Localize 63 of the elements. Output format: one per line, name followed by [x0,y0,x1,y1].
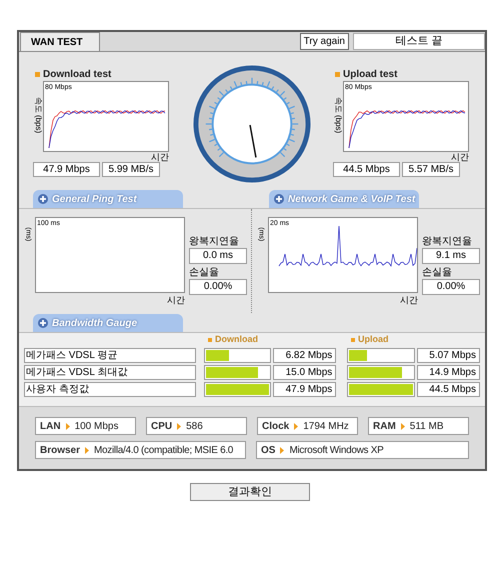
value-field: 5.07 Mbps [417,348,480,362]
time-label: 시간 [166,294,185,307]
arrow-icon [177,422,182,430]
rtt-label: 왕복지연율 [189,235,240,248]
tab-label: General Ping Test [52,192,137,206]
value-field: 6.82 Mbps [273,348,336,362]
info-value: 511 MB [410,420,444,434]
try-again-button[interactable]: Try again [300,33,349,50]
wan-test-tab[interactable]: WAN TEST [20,32,100,51]
info-label: CPU [151,420,172,434]
plus-icon [38,318,48,328]
loss-label: 손실율 [422,266,453,279]
arrow-icon [294,422,298,430]
loss-field: 0.00% [422,279,480,295]
arrow-icon [66,422,70,430]
info-label: RAM [373,420,396,434]
chart-title: Download test [43,68,112,82]
tab-label: Network Game & VoIP Test [288,192,416,206]
chart-title: Upload test [343,68,398,82]
info-value: 1794 MHz [303,420,349,434]
info-value: 586 [186,420,203,434]
value-field: 44.5 Mbps [417,382,480,396]
row-label: 사용자 측정값 [24,382,196,396]
rtt-label: 왕복지연율 [422,235,473,248]
rtt-field: 0.0 ms [189,248,247,264]
time-label: 시간 [450,152,470,162]
bullet-icon [335,72,340,76]
arrow-icon [280,446,284,454]
bytes-field: 5.99 MB/s [102,162,160,177]
info-label: OS [261,444,276,458]
value-field: 47.9 Mbps [273,382,336,396]
bytes-field: 5.57 MB/s [402,162,460,177]
info-label: Clock [262,420,290,434]
column-header: Upload [358,333,388,346]
row-label: 메가패스 VDSL 평균 [24,348,196,362]
info-label: LAN [40,420,61,434]
time-label: 시간 [150,152,170,162]
rate-field: 47.9 Mbps [33,162,100,177]
status-field: 테스트 끝 [353,33,485,50]
bullet-icon [35,72,40,76]
arrow-icon [85,446,90,454]
info-value: Mozilla/4.0 (compatible; MSIE 6.0 [94,444,234,458]
axis-label: 속도 (bps) [333,96,344,136]
info-value: Microsoft Windows XP [289,444,384,458]
result-button[interactable]: 결과확인 [190,483,310,501]
info-label: Browser [40,444,80,458]
rtt-field: 9.1 ms [422,248,480,264]
time-label: 시간 [399,294,418,307]
bullet-icon [351,338,355,342]
value-field: 14.9 Mbps [417,364,480,380]
row-label: 메가패스 VDSL 최대값 [24,364,196,380]
rate-field: 44.5 Mbps [333,162,400,177]
plus-icon [38,194,48,204]
column-header: Download [215,333,258,346]
loss-field: 0.00% [189,279,247,295]
info-value: 100 Mbps [74,420,118,434]
axis-label: 속도 (bps) [33,96,44,136]
loss-label: 손실율 [189,266,220,279]
bullet-icon [208,338,212,342]
arrow-icon [400,422,405,430]
value-field: 15.0 Mbps [273,364,336,380]
tab-label: Bandwidth Gauge [52,316,137,330]
plus-icon [274,194,284,204]
